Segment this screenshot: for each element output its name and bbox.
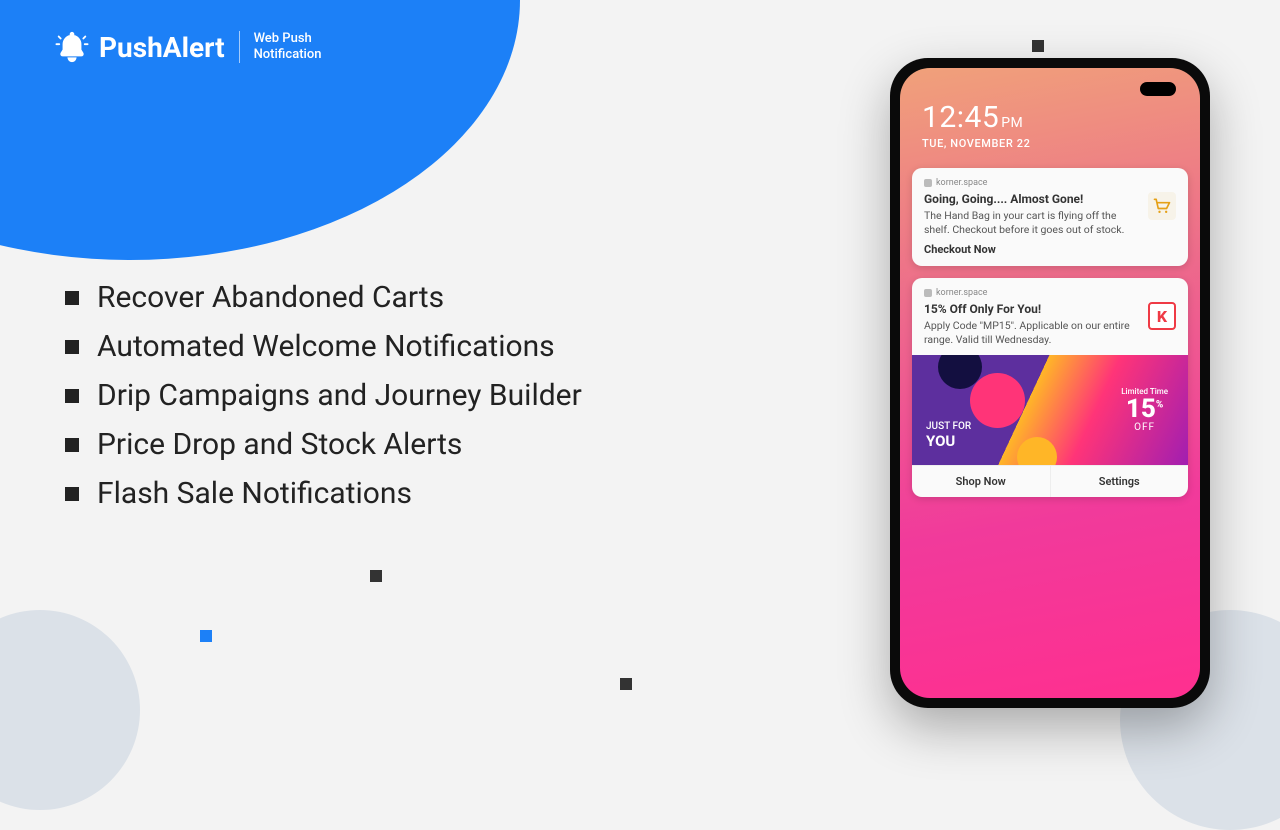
promo-discount: Limited Time 15% OFF xyxy=(1121,387,1168,433)
notification-source: korner.space xyxy=(924,288,1176,298)
brand-tagline-line: Web Push xyxy=(254,31,312,46)
promo-big-text: YOU xyxy=(926,432,955,450)
feature-item: Recover Abandoned Carts xyxy=(65,280,582,315)
feature-item: Price Drop and Stock Alerts xyxy=(65,427,582,462)
promo-percent-sym: % xyxy=(1156,400,1163,411)
feature-item: Automated Welcome Notifications xyxy=(65,329,582,364)
promo-percent: 15 xyxy=(1126,394,1156,424)
cart-icon xyxy=(1148,192,1176,220)
promo-small-text: JUST FOR xyxy=(926,422,971,432)
notification-card[interactable]: korner.space Going, Going.... Almost Gon… xyxy=(912,168,1188,266)
lock-ampm: PM xyxy=(1001,115,1023,131)
circle-decor-bl xyxy=(0,610,140,810)
notification-body: Apply Code "MP15". Applicable on our ent… xyxy=(924,319,1140,347)
notification-actions: Shop Now Settings xyxy=(912,465,1188,497)
brand-logo: PushAlert Web Push Notification xyxy=(55,30,321,64)
notification-title: 15% Off Only For You! xyxy=(924,302,1140,316)
promo-banner: JUST FOR YOU Limited Time 15% OFF xyxy=(912,355,1188,465)
brand-k-icon: K xyxy=(1148,302,1176,330)
settings-button[interactable]: Settings xyxy=(1051,466,1189,497)
promo-headline: JUST FOR YOU xyxy=(926,422,971,449)
feature-item: Flash Sale Notifications xyxy=(65,476,582,511)
feature-item: Drip Campaigns and Journey Builder xyxy=(65,378,582,413)
square-decor xyxy=(370,570,382,582)
brand-divider xyxy=(239,31,240,63)
lock-date: TUE, NOVEMBER 22 xyxy=(922,137,1030,150)
notification-cta[interactable]: Checkout Now xyxy=(924,243,1176,256)
phone-mockup: 12:45PM TUE, NOVEMBER 22 korner.space Go… xyxy=(890,58,1210,708)
feature-list: Recover Abandoned Carts Automated Welcom… xyxy=(65,280,582,525)
lock-clock: 12:45PM TUE, NOVEMBER 22 xyxy=(922,100,1030,150)
brand-tagline: Web Push Notification xyxy=(254,31,322,64)
square-decor xyxy=(1032,40,1044,52)
phone-screen: 12:45PM TUE, NOVEMBER 22 korner.space Go… xyxy=(900,68,1200,698)
bell-icon xyxy=(55,30,89,64)
shop-now-button[interactable]: Shop Now xyxy=(912,466,1051,497)
notification-source: korner.space xyxy=(924,178,1176,188)
square-decor xyxy=(200,630,212,642)
notification-title: Going, Going.... Almost Gone! xyxy=(924,192,1140,206)
notification-card[interactable]: korner.space 15% Off Only For You! Apply… xyxy=(912,278,1188,497)
notification-body: The Hand Bag in your cart is flying off … xyxy=(924,209,1140,237)
lock-time-value: 12:45 xyxy=(922,100,999,135)
brand-name: PushAlert xyxy=(99,31,225,64)
camera-cutout xyxy=(1140,82,1176,96)
square-decor xyxy=(620,678,632,690)
lock-time: 12:45PM xyxy=(922,100,1030,135)
brand-tagline-line: Notification xyxy=(254,47,322,62)
